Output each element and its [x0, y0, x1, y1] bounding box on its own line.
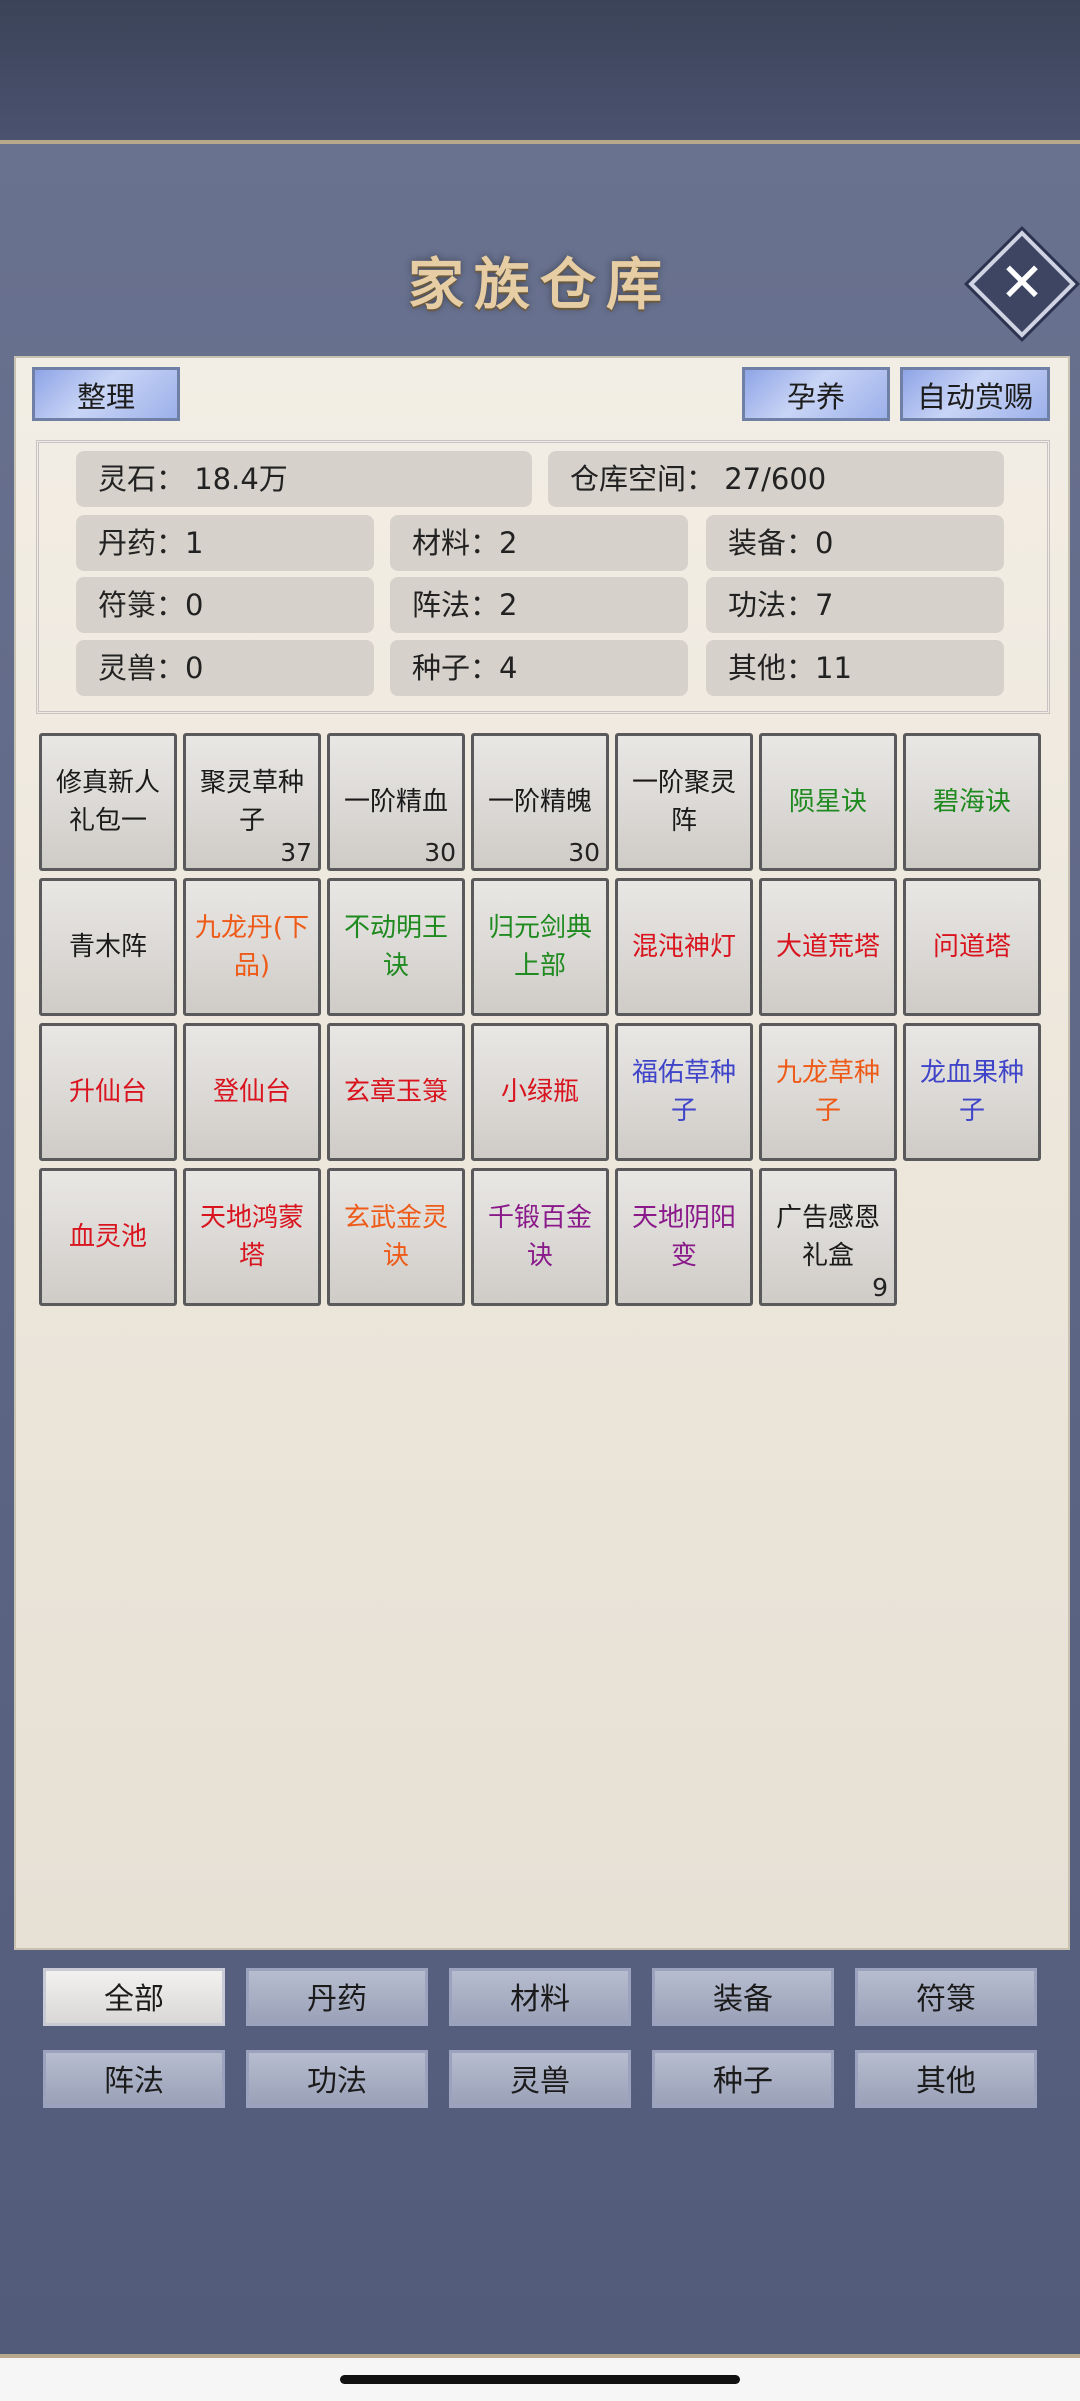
item-slot[interactable]: 一阶精魄 30	[471, 733, 609, 871]
item-slot[interactable]: 九龙丹(下品)	[183, 878, 321, 1016]
item-slot[interactable]: 一阶聚灵阵	[615, 733, 753, 871]
tab-category[interactable]: 其他	[855, 2050, 1037, 2108]
formations-stat: 阵法：2	[390, 577, 688, 633]
item-slot[interactable]: 一阶精血 30	[327, 733, 465, 871]
page-title: 家族仓库	[408, 252, 672, 318]
item-slot[interactable]: 登仙台	[183, 1023, 321, 1161]
item-name: 天地阴阳变	[631, 1203, 736, 1271]
item-name: 广告感恩礼盒	[775, 1203, 880, 1271]
item-slot[interactable]: 碧海诀	[903, 733, 1041, 871]
equipment-stat: 装备：0	[706, 515, 1004, 571]
item-name: 玄武金灵诀	[343, 1203, 448, 1271]
item-slot[interactable]: 混沌神灯	[615, 878, 753, 1016]
item-name: 陨星诀	[788, 787, 867, 817]
talismans-stat: 符箓：0	[76, 577, 374, 633]
tab-category[interactable]: 材料	[449, 1968, 631, 2026]
item-name: 青木阵	[68, 932, 147, 962]
item-slot[interactable]: 福佑草种子	[615, 1023, 753, 1161]
item-slot[interactable]: 千锻百金诀	[471, 1168, 609, 1306]
others-stat: 其他：11	[706, 640, 1004, 696]
home-indicator[interactable]	[340, 2375, 740, 2384]
item-slot[interactable]: 不动明王诀	[327, 878, 465, 1016]
sort-button[interactable]: 整理	[32, 367, 180, 421]
item-slot[interactable]: 大道荒塔	[759, 878, 897, 1016]
item-name: 九龙丹(下品)	[194, 913, 310, 981]
item-count: 9	[872, 1273, 888, 1302]
item-name: 问道塔	[932, 932, 1011, 962]
item-slot[interactable]: 归元剑典上部	[471, 878, 609, 1016]
item-name: 血灵池	[68, 1222, 147, 1252]
item-slot[interactable]: 小绿瓶	[471, 1023, 609, 1161]
item-name: 混沌神灯	[631, 932, 736, 962]
item-count: 30	[568, 838, 600, 867]
item-slot[interactable]: 玄章玉箓	[327, 1023, 465, 1161]
item-slot[interactable]: 升仙台	[39, 1023, 177, 1161]
techniques-stat: 功法：7	[706, 577, 1004, 633]
item-name: 天地鸿蒙塔	[199, 1203, 304, 1271]
item-name: 一阶精魄	[487, 787, 592, 817]
tab-category[interactable]: 种子	[652, 2050, 834, 2108]
tab-category[interactable]: 装备	[652, 1968, 834, 2026]
item-name: 千锻百金诀	[487, 1203, 592, 1271]
seeds-stat: 种子：4	[390, 640, 688, 696]
item-name: 一阶聚灵阵	[631, 768, 736, 836]
item-slot[interactable]: 青木阵	[39, 878, 177, 1016]
tab-category[interactable]: 阵法	[43, 2050, 225, 2108]
capacity-stat: 仓库空间： 27/600	[548, 451, 1004, 507]
item-name: 聚灵草种子	[199, 768, 304, 836]
spirit-stone-stat: 灵石： 18.4万	[76, 451, 532, 507]
item-slot[interactable]: 龙血果种子	[903, 1023, 1041, 1161]
tab-category[interactable]: 灵兽	[449, 2050, 631, 2108]
item-name: 大道荒塔	[775, 932, 880, 962]
pills-stat: 丹药：1	[76, 515, 374, 571]
item-count: 30	[424, 838, 456, 867]
item-count: 37	[280, 838, 312, 867]
top-backdrop	[0, 0, 1080, 140]
tab-category[interactable]: 全部	[43, 1968, 225, 2026]
item-slot[interactable]: 广告感恩礼盒 9	[759, 1168, 897, 1306]
item-slot[interactable]: 天地阴阳变	[615, 1168, 753, 1306]
close-icon: ✕	[999, 251, 1045, 314]
tab-category[interactable]: 符箓	[855, 1968, 1037, 2026]
item-name: 登仙台	[212, 1077, 291, 1107]
beasts-stat: 灵兽：0	[76, 640, 374, 696]
item-slot[interactable]: 修真新人礼包一	[39, 733, 177, 871]
item-name: 归元剑典上部	[487, 913, 592, 981]
nurture-button[interactable]: 孕养	[742, 367, 890, 421]
item-name: 龙血果种子	[919, 1058, 1024, 1126]
item-name: 玄章玉箓	[343, 1077, 448, 1107]
tab-category[interactable]: 功法	[246, 2050, 428, 2108]
item-slot[interactable]: 血灵池	[39, 1168, 177, 1306]
auto-reward-button[interactable]: 自动赏赐	[900, 367, 1050, 421]
item-slot[interactable]: 问道塔	[903, 878, 1041, 1016]
materials-stat: 材料：2	[390, 515, 688, 571]
item-name: 不动明王诀	[343, 913, 448, 981]
item-name: 一阶精血	[343, 787, 448, 817]
item-name: 碧海诀	[932, 787, 1011, 817]
item-name: 福佑草种子	[631, 1058, 736, 1126]
item-slot[interactable]: 天地鸿蒙塔	[183, 1168, 321, 1306]
item-slot[interactable]: 九龙草种子	[759, 1023, 897, 1161]
item-name: 修真新人礼包一	[55, 768, 160, 836]
item-name: 升仙台	[68, 1077, 147, 1107]
bottom-divider	[0, 2354, 1080, 2358]
item-slot[interactable]: 聚灵草种子 37	[183, 733, 321, 871]
item-name: 小绿瓶	[500, 1077, 579, 1107]
item-name: 九龙草种子	[775, 1058, 880, 1126]
tab-category[interactable]: 丹药	[246, 1968, 428, 2026]
item-slot[interactable]: 陨星诀	[759, 733, 897, 871]
item-slot[interactable]: 玄武金灵诀	[327, 1168, 465, 1306]
